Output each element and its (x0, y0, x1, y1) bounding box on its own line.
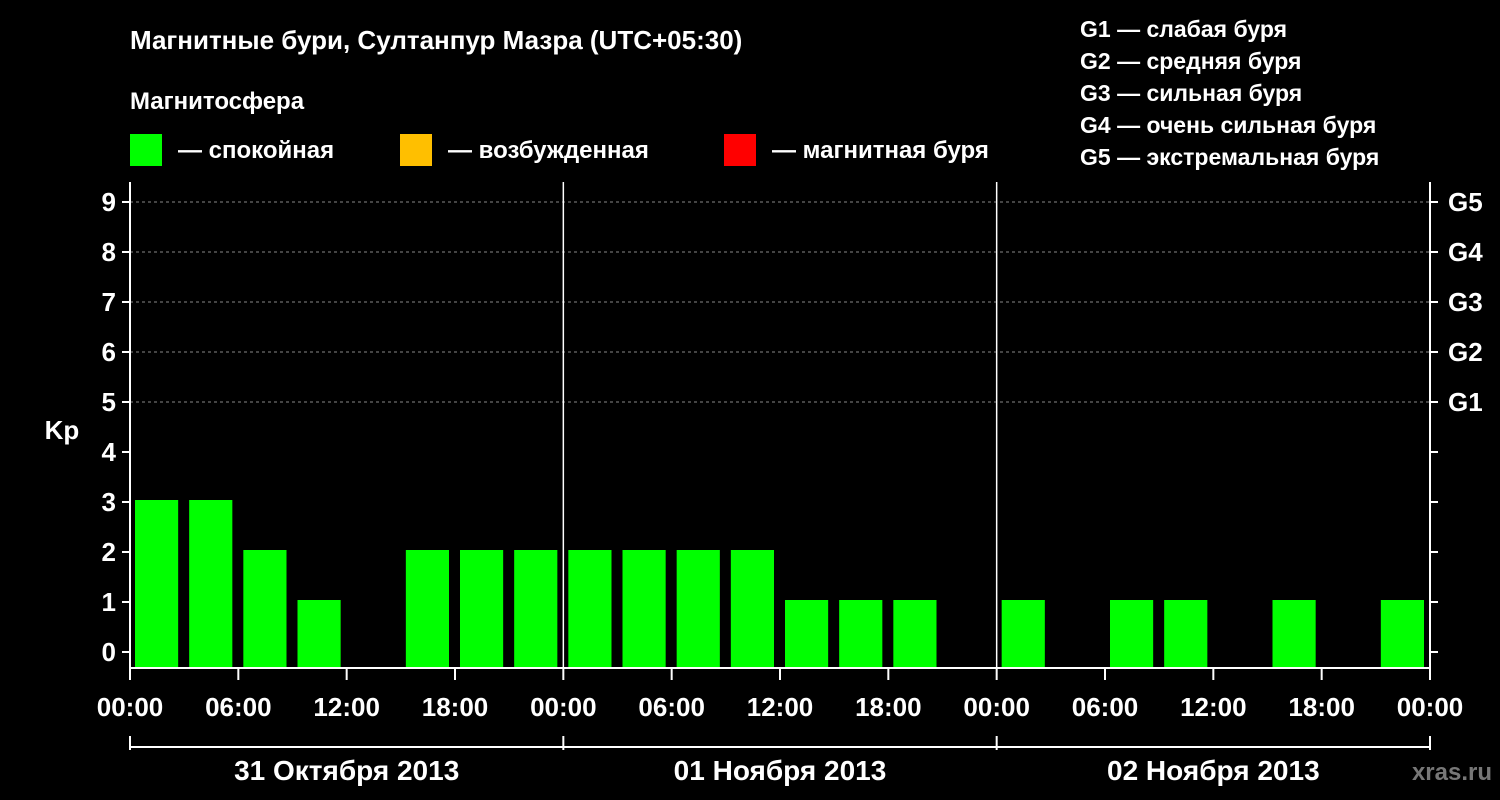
kp-bar (785, 600, 829, 668)
x-tick-label: 00:00 (1397, 692, 1464, 722)
kp-bar (135, 500, 179, 668)
y-tick-label: 1 (102, 587, 116, 617)
x-tick-label: 18:00 (855, 692, 922, 722)
day-label: 01 Ноября 2013 (674, 755, 887, 786)
storm-scale-g5: G5 — экстремальная буря (1080, 144, 1379, 170)
storm-level-label: G2 (1448, 337, 1483, 367)
kp-bar (1001, 600, 1045, 668)
storm-level-label: G3 (1448, 287, 1483, 317)
y-tick-label: 8 (102, 237, 116, 267)
chart-subtitle: Магнитосфера (130, 88, 305, 115)
kp-chart: Магнитные бури, Султанпур Мазра (UTC+05:… (0, 0, 1500, 800)
legend-swatch-calm (130, 134, 162, 166)
x-tick-label: 06:00 (205, 692, 272, 722)
legend-swatch-excited (400, 134, 432, 166)
y-tick-label: 6 (102, 337, 116, 367)
kp-bar (1110, 600, 1154, 668)
storm-level-label: G1 (1448, 387, 1483, 417)
kp-bar (189, 500, 233, 668)
y-tick-label: 2 (102, 537, 116, 567)
storm-scale-g3: G3 — сильная буря (1080, 80, 1302, 106)
kp-bar (1272, 600, 1316, 668)
kp-bar (676, 550, 720, 668)
legend-label-storm: — магнитная буря (772, 137, 989, 164)
kp-bar (730, 550, 774, 668)
y-tick-label: 0 (102, 637, 116, 667)
x-tick-label: 06:00 (1072, 692, 1139, 722)
x-tick-label: 00:00 (530, 692, 597, 722)
watermark: xras.ru (1412, 759, 1492, 786)
kp-bar (243, 550, 287, 668)
kp-bar (893, 600, 937, 668)
storm-scale-g4: G4 — очень сильная буря (1080, 112, 1376, 138)
x-tick-label: 12:00 (313, 692, 380, 722)
day-label: 02 Ноября 2013 (1107, 755, 1320, 786)
kp-bar (297, 600, 341, 668)
kp-bar (622, 550, 666, 668)
legend: — спокойная — возбужденная — магнитная б… (130, 134, 989, 166)
legend-swatch-storm (724, 134, 756, 166)
legend-label-calm: — спокойная (178, 137, 334, 164)
kp-bar (1380, 600, 1424, 668)
y-tick-label: 9 (102, 187, 116, 217)
x-tick-label: 06:00 (638, 692, 705, 722)
kp-bar (568, 550, 612, 668)
storm-scale-g2: G2 — средняя буря (1080, 48, 1301, 74)
storm-level-label: G5 (1448, 187, 1483, 217)
kp-bar (839, 600, 883, 668)
kp-bar (405, 550, 449, 668)
y-tick-label: 5 (102, 387, 116, 417)
y-tick-label: 3 (102, 487, 116, 517)
storm-level-label: G4 (1448, 237, 1483, 267)
legend-label-excited: — возбужденная (448, 137, 649, 164)
x-tick-label: 12:00 (747, 692, 814, 722)
x-tick-label: 18:00 (1288, 692, 1355, 722)
y-tick-label: 4 (102, 437, 117, 467)
x-tick-label: 12:00 (1180, 692, 1247, 722)
y-axis-label: Kp (45, 415, 80, 445)
x-tick-label: 18:00 (422, 692, 489, 722)
chart-title: Магнитные бури, Султанпур Мазра (UTC+05:… (130, 25, 742, 55)
y-tick-label: 7 (102, 287, 116, 317)
kp-bar (1164, 600, 1208, 668)
kp-bar (460, 550, 504, 668)
kp-bar (514, 550, 558, 668)
x-tick-label: 00:00 (97, 692, 164, 722)
day-label: 31 Октября 2013 (234, 755, 459, 786)
storm-scale-g1: G1 — слабая буря (1080, 16, 1287, 42)
x-tick-label: 00:00 (963, 692, 1030, 722)
